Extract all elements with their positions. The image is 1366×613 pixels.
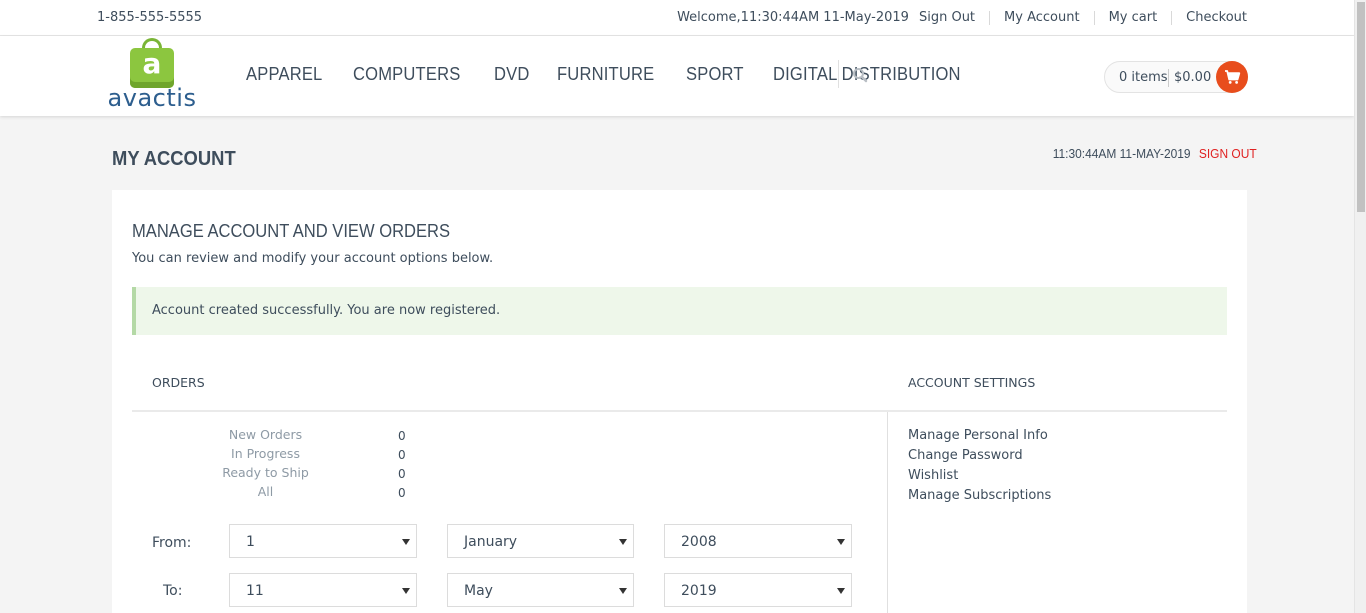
sign-out-link[interactable]: Sign Out [919, 10, 989, 25]
wishlist-link[interactable]: Wishlist [908, 469, 1051, 489]
order-stat-value: 0 [398, 448, 406, 462]
sign-out-button[interactable]: SIGN OUT [1199, 146, 1257, 161]
page-scrollbar[interactable] [1354, 0, 1366, 613]
logo-text: avactis [107, 84, 197, 112]
from-month-select[interactable]: January [447, 524, 634, 558]
cart-divider [1168, 69, 1169, 87]
main-nav: APPAREL COMPUTERS DVD FURNITURE SPORT DI… [246, 64, 1001, 85]
phone-number: 1-855-555-5555 [97, 10, 203, 25]
order-stat-label: In Progress [231, 446, 300, 461]
order-stat-label: All [257, 484, 274, 499]
top-bar: 1-855-555-5555 Welcome,11:30:44AM 11-May… [0, 0, 1354, 36]
nav-furniture[interactable]: FURNITURE [557, 64, 654, 85]
order-stat-label: Ready to Ship [222, 465, 309, 480]
welcome-text: Welcome,11:30:44AM 11-May-2019 [677, 10, 909, 25]
to-day-select[interactable]: 11 [229, 573, 417, 607]
chevron-down-icon [619, 588, 627, 594]
logo-letter: a [142, 47, 162, 80]
to-month-select[interactable]: May [447, 573, 634, 607]
orders-heading: ORDERS [152, 375, 205, 390]
from-day-value: 1 [246, 534, 255, 550]
cart-total: $0.00 [1174, 70, 1212, 85]
session-info: 11:30:44AM 11-MAY-2019 SIGN OUT [1053, 146, 1257, 161]
account-panel: MANAGE ACCOUNT AND VIEW ORDERS You can r… [112, 190, 1247, 613]
my-cart-link[interactable]: My cart [1093, 10, 1172, 25]
alert-message: Account created successfully. You are no… [152, 303, 501, 318]
to-label: To: [163, 583, 183, 599]
to-day-value: 11 [246, 583, 264, 599]
search-icon[interactable] [852, 67, 868, 83]
chevron-down-icon [402, 588, 410, 594]
section-heading: MANAGE ACCOUNT AND VIEW ORDERS [132, 221, 451, 241]
page-title: MY ACCOUNT [112, 148, 236, 170]
top-links: Welcome,11:30:44AM 11-May-2019 Sign Out … [677, 10, 1247, 25]
from-year-value: 2008 [681, 534, 717, 550]
from-month-value: January [464, 534, 518, 550]
site-header: a avactis APPAREL COMPUTERS DVD FURNITUR… [0, 36, 1354, 116]
order-stat-label: New Orders [228, 427, 303, 442]
account-settings-links: Manage Personal Info Change Password Wis… [908, 429, 1051, 509]
nav-apparel[interactable]: APPAREL [246, 64, 322, 85]
nav-sport[interactable]: SPORT [686, 64, 744, 85]
section-subtitle: You can review and modify your account o… [132, 251, 494, 266]
change-password-link[interactable]: Change Password [908, 449, 1051, 469]
to-year-value: 2019 [681, 583, 717, 599]
nav-computers[interactable]: COMPUTERS [353, 64, 460, 85]
order-stat-value: 0 [398, 486, 406, 500]
order-stat-value: 0 [398, 467, 406, 481]
cart-item-count: 0 items [1119, 70, 1168, 85]
chevron-down-icon [837, 588, 845, 594]
chevron-down-icon [402, 539, 410, 545]
mini-cart[interactable]: 0 items $0.00 [1104, 61, 1248, 93]
to-year-select[interactable]: 2019 [664, 573, 852, 607]
cart-icon[interactable] [1216, 61, 1248, 93]
scrollbar-thumb[interactable] [1357, 2, 1365, 212]
my-account-link[interactable]: My Account [989, 10, 1094, 25]
from-year-select[interactable]: 2008 [664, 524, 852, 558]
to-month-value: May [464, 583, 493, 599]
success-alert: Account created successfully. You are no… [132, 287, 1227, 335]
session-timestamp: 11:30:44AM 11-MAY-2019 [1053, 146, 1191, 161]
account-settings-heading: ACCOUNT SETTINGS [908, 375, 1036, 390]
nav-divider [838, 60, 839, 88]
order-stat-value: 0 [398, 429, 406, 443]
column-divider [887, 412, 888, 613]
site-logo[interactable]: a avactis [106, 38, 198, 112]
section-divider [132, 410, 1227, 412]
checkout-link[interactable]: Checkout [1171, 10, 1247, 25]
from-day-select[interactable]: 1 [229, 524, 417, 558]
from-label: From: [152, 535, 192, 551]
manage-personal-info-link[interactable]: Manage Personal Info [908, 429, 1051, 449]
chevron-down-icon [619, 539, 627, 545]
chevron-down-icon [837, 539, 845, 545]
manage-subscriptions-link[interactable]: Manage Subscriptions [908, 489, 1051, 509]
nav-dvd[interactable]: DVD [494, 64, 530, 85]
